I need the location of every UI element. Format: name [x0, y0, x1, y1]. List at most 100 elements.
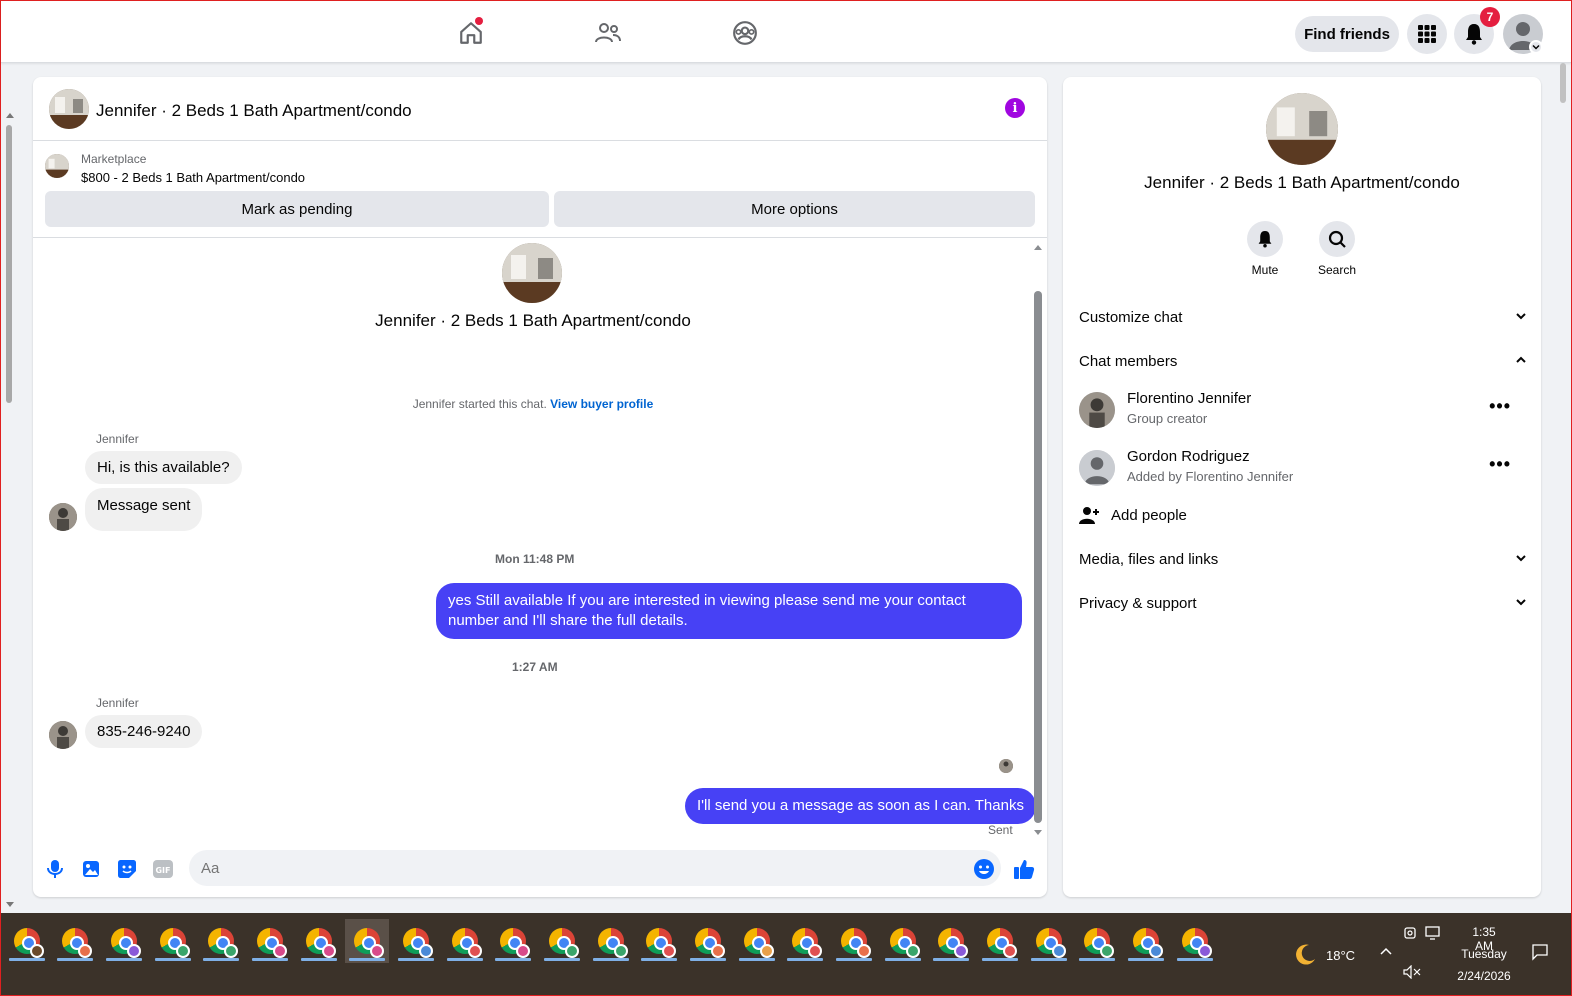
member-avatar[interactable] [1079, 392, 1115, 428]
clock-day[interactable]: Tuesday [1459, 947, 1509, 961]
chrome-window-button[interactable] [394, 919, 438, 963]
home-icon[interactable] [453, 15, 489, 51]
chat-panel: Jennifer · 2 Beds 1 Bath Apartment/condo… [33, 77, 1047, 897]
more-options-icon[interactable]: ••• [1489, 396, 1511, 417]
clock-date[interactable]: 2/24/2026 [1455, 969, 1513, 983]
chrome-window-button[interactable] [929, 919, 973, 963]
message-bubble[interactable]: Hi, is this available? [85, 451, 242, 484]
emoji-icon[interactable] [973, 858, 995, 880]
moon-weather-icon[interactable] [1293, 943, 1317, 970]
search-button[interactable]: Search [1307, 221, 1367, 277]
network-icon[interactable] [1425, 925, 1443, 944]
chat-title[interactable]: Jennifer · 2 Beds 1 Bath Apartment/condo [96, 101, 412, 121]
group-avatar[interactable] [1266, 93, 1338, 165]
chrome-window-button[interactable] [1173, 919, 1217, 963]
chrome-window-button[interactable] [199, 919, 243, 963]
chrome-window-button[interactable] [978, 919, 1022, 963]
chrome-window-button[interactable] [735, 919, 779, 963]
add-person-icon [1079, 505, 1111, 525]
chrome-window-button[interactable] [443, 919, 487, 963]
bell-icon[interactable] [1247, 221, 1283, 257]
find-friends-button[interactable]: Find friends [1295, 16, 1399, 52]
media-files-links-row[interactable]: Media, files and links [1079, 541, 1527, 577]
member-avatar[interactable] [1079, 450, 1115, 486]
view-buyer-profile-link[interactable]: View buyer profile [550, 397, 653, 411]
chrome-window-button[interactable] [832, 919, 876, 963]
mark-as-pending-button[interactable]: Mark as pending [45, 191, 549, 227]
chrome-window-button[interactable] [783, 919, 827, 963]
chat-started-notice: Jennifer started this chat. View buyer p… [33, 397, 1033, 411]
privacy-support-label: Privacy & support [1079, 594, 1197, 612]
chrome-window-button[interactable] [881, 919, 925, 963]
message-sender: Jennifer [96, 696, 139, 710]
member-item[interactable]: Gordon Rodriguez Added by Florentino Jen… [1079, 444, 1527, 492]
listing-title[interactable]: $800 - 2 Beds 1 Bath Apartment/condo [81, 170, 305, 185]
intro-title: Jennifer · 2 Beds 1 Bath Apartment/condo [375, 311, 691, 330]
sender-avatar[interactable] [49, 503, 77, 531]
listing-thumbnail[interactable] [45, 154, 69, 178]
message-bubble-outgoing[interactable]: I'll send you a message as soon as I can… [685, 788, 1036, 824]
chat-members-row[interactable]: Chat members [1079, 343, 1527, 379]
chevron-down-icon[interactable] [1529, 40, 1543, 54]
chrome-window-button[interactable] [1027, 919, 1071, 963]
chrome-icon [354, 928, 384, 958]
chrome-icon [257, 928, 287, 958]
friends-icon[interactable] [590, 15, 626, 51]
info-icon[interactable]: i [1005, 98, 1025, 118]
member-name: Gordon Rodriguez [1127, 448, 1250, 465]
gif-icon[interactable]: GIF [152, 858, 174, 880]
photo-icon[interactable] [80, 858, 102, 880]
chrome-window-button[interactable] [1124, 919, 1168, 963]
sent-status: Sent [988, 823, 1013, 837]
chat-scrollbar[interactable] [1033, 243, 1043, 837]
mute-button[interactable]: Mute [1235, 221, 1295, 277]
customize-chat-label: Customize chat [1079, 308, 1183, 326]
chrome-window-button[interactable] [1075, 919, 1119, 963]
chrome-window-button[interactable] [297, 919, 341, 963]
chrome-window-button[interactable] [248, 919, 292, 963]
chat-avatar[interactable] [49, 89, 89, 129]
menu-grid-icon[interactable] [1407, 14, 1447, 54]
chrome-window-button[interactable] [589, 919, 633, 963]
microphone-icon[interactable] [44, 858, 66, 880]
intro-avatar[interactable] [502, 243, 562, 303]
more-options-icon[interactable]: ••• [1489, 454, 1511, 475]
message-bubble[interactable]: 835-246-9240 [85, 715, 203, 748]
page-scrollbar[interactable] [3, 111, 14, 911]
message-thread: Jennifer · 2 Beds 1 Bath Apartment/condo… [33, 239, 1036, 839]
chrome-icon [792, 928, 822, 958]
message-bubble-outgoing[interactable]: yes Still available If you are intereste… [436, 583, 1022, 639]
add-people-row[interactable]: Add people [1079, 497, 1527, 533]
chrome-window-button[interactable] [637, 919, 681, 963]
chevron-up-icon [1515, 353, 1527, 370]
privacy-support-row[interactable]: Privacy & support [1079, 585, 1527, 621]
chrome-window-button[interactable] [491, 919, 535, 963]
temperature[interactable]: 18°C [1326, 948, 1355, 963]
customize-chat-row[interactable]: Customize chat [1079, 299, 1527, 335]
chrome-window-button[interactable] [686, 919, 730, 963]
window-scrollbar[interactable] [1557, 63, 1569, 911]
search-icon[interactable] [1319, 221, 1355, 257]
media-files-links-label: Media, files and links [1079, 550, 1219, 568]
sender-avatar[interactable] [49, 721, 77, 749]
notification-center-icon[interactable] [1531, 943, 1549, 964]
more-options-button[interactable]: More options [554, 191, 1035, 227]
chrome-window-button[interactable] [102, 919, 146, 963]
meet-now-icon[interactable] [1403, 925, 1419, 944]
message-input[interactable] [189, 850, 1001, 886]
svg-text:GIF: GIF [155, 866, 170, 875]
chevron-down-icon [1515, 595, 1527, 612]
groups-icon[interactable] [727, 15, 763, 51]
chrome-window-button[interactable] [5, 919, 49, 963]
chrome-window-button[interactable] [540, 919, 584, 963]
message-bubble[interactable]: Message sent [85, 488, 203, 531]
chrome-window-button[interactable] [345, 919, 389, 963]
thumbs-up-icon[interactable] [1013, 858, 1035, 880]
volume-muted-icon[interactable] [1403, 964, 1421, 982]
chrome-window-button[interactable] [53, 919, 97, 963]
member-item[interactable]: Florentino Jennifer Group creator ••• [1079, 386, 1527, 434]
chrome-window-button[interactable] [151, 919, 195, 963]
sticker-icon[interactable] [116, 858, 138, 880]
chrome-icon [1133, 928, 1163, 958]
chevron-up-icon[interactable] [1379, 945, 1393, 962]
